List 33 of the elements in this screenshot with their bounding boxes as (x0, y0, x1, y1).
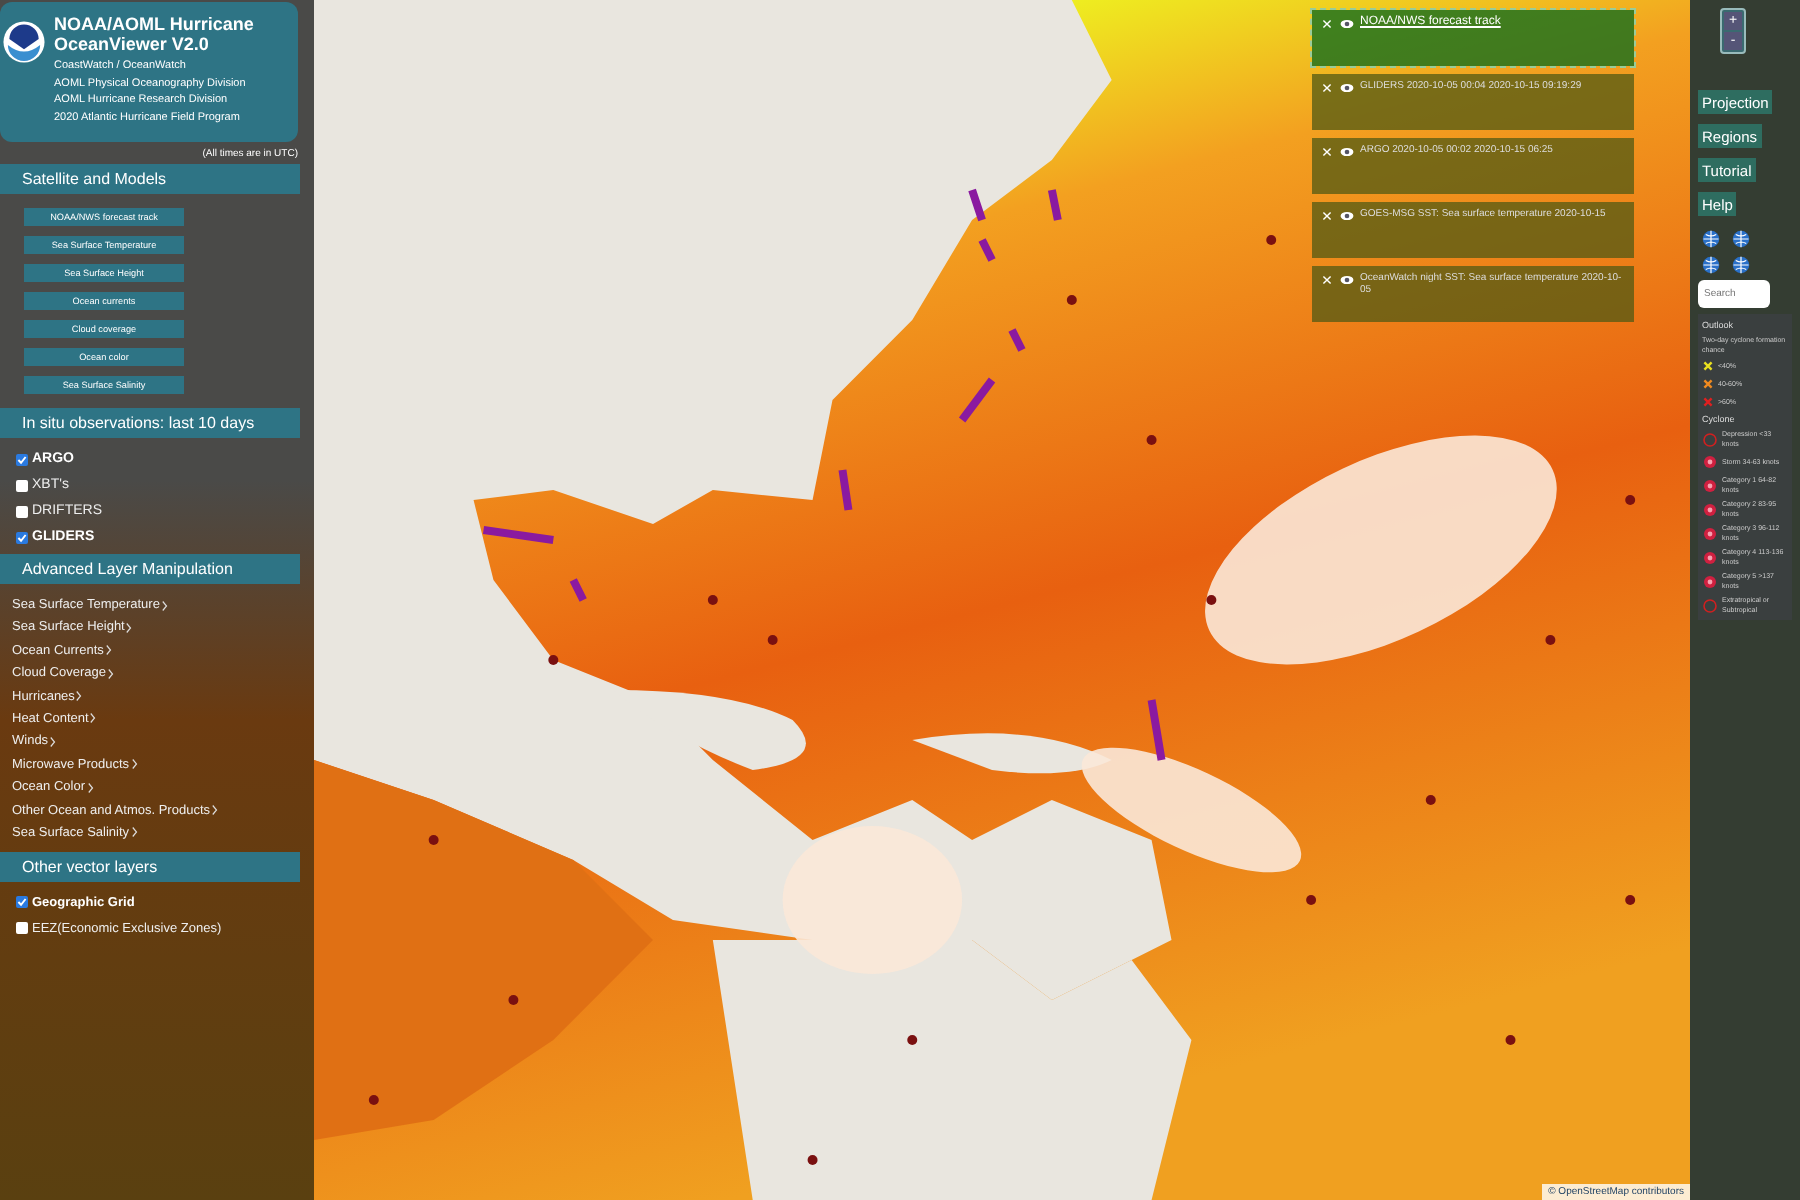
close-icon[interactable] (1320, 146, 1334, 158)
eye-icon[interactable] (1340, 274, 1354, 286)
eye-icon[interactable] (1340, 18, 1354, 30)
app-title: NOAA/AOML Hurricane OceanViewer V2.0 (54, 14, 256, 54)
chevron-icon (212, 804, 218, 817)
close-icon[interactable] (1320, 274, 1334, 286)
chevron-icon (131, 758, 138, 771)
close-icon[interactable] (1320, 210, 1334, 222)
chevron-icon (50, 735, 57, 748)
checkbox[interactable] (16, 453, 28, 465)
section-heading: In situ observations: last 10 days (0, 408, 300, 438)
checkbox[interactable] (16, 505, 28, 517)
chevron-icon (131, 826, 138, 839)
checkbox[interactable] (16, 896, 28, 909)
checkbox[interactable] (16, 531, 28, 543)
section-heading: Advanced Layer Manipulation (0, 554, 300, 584)
eye-icon[interactable] (1340, 82, 1354, 94)
eye-icon[interactable] (1340, 146, 1354, 158)
chevron-icon (87, 781, 93, 794)
globe-icon[interactable] (1732, 230, 1750, 248)
globe-icon[interactable] (1702, 230, 1720, 248)
checkbox[interactable] (16, 479, 28, 491)
chevron-icon (126, 621, 133, 634)
section-heading: Other vector layers (0, 851, 300, 882)
chevron-icon (161, 599, 168, 611)
globe-icon[interactable] (1732, 256, 1750, 274)
close-icon[interactable] (1320, 18, 1334, 30)
logo-icon (2, 20, 46, 64)
section-heading: Satellite and Models (0, 164, 300, 194)
close-icon[interactable] (1320, 82, 1334, 94)
eye-icon[interactable] (1340, 210, 1354, 222)
checkbox[interactable] (16, 922, 28, 935)
globe-icon[interactable] (1702, 256, 1720, 274)
